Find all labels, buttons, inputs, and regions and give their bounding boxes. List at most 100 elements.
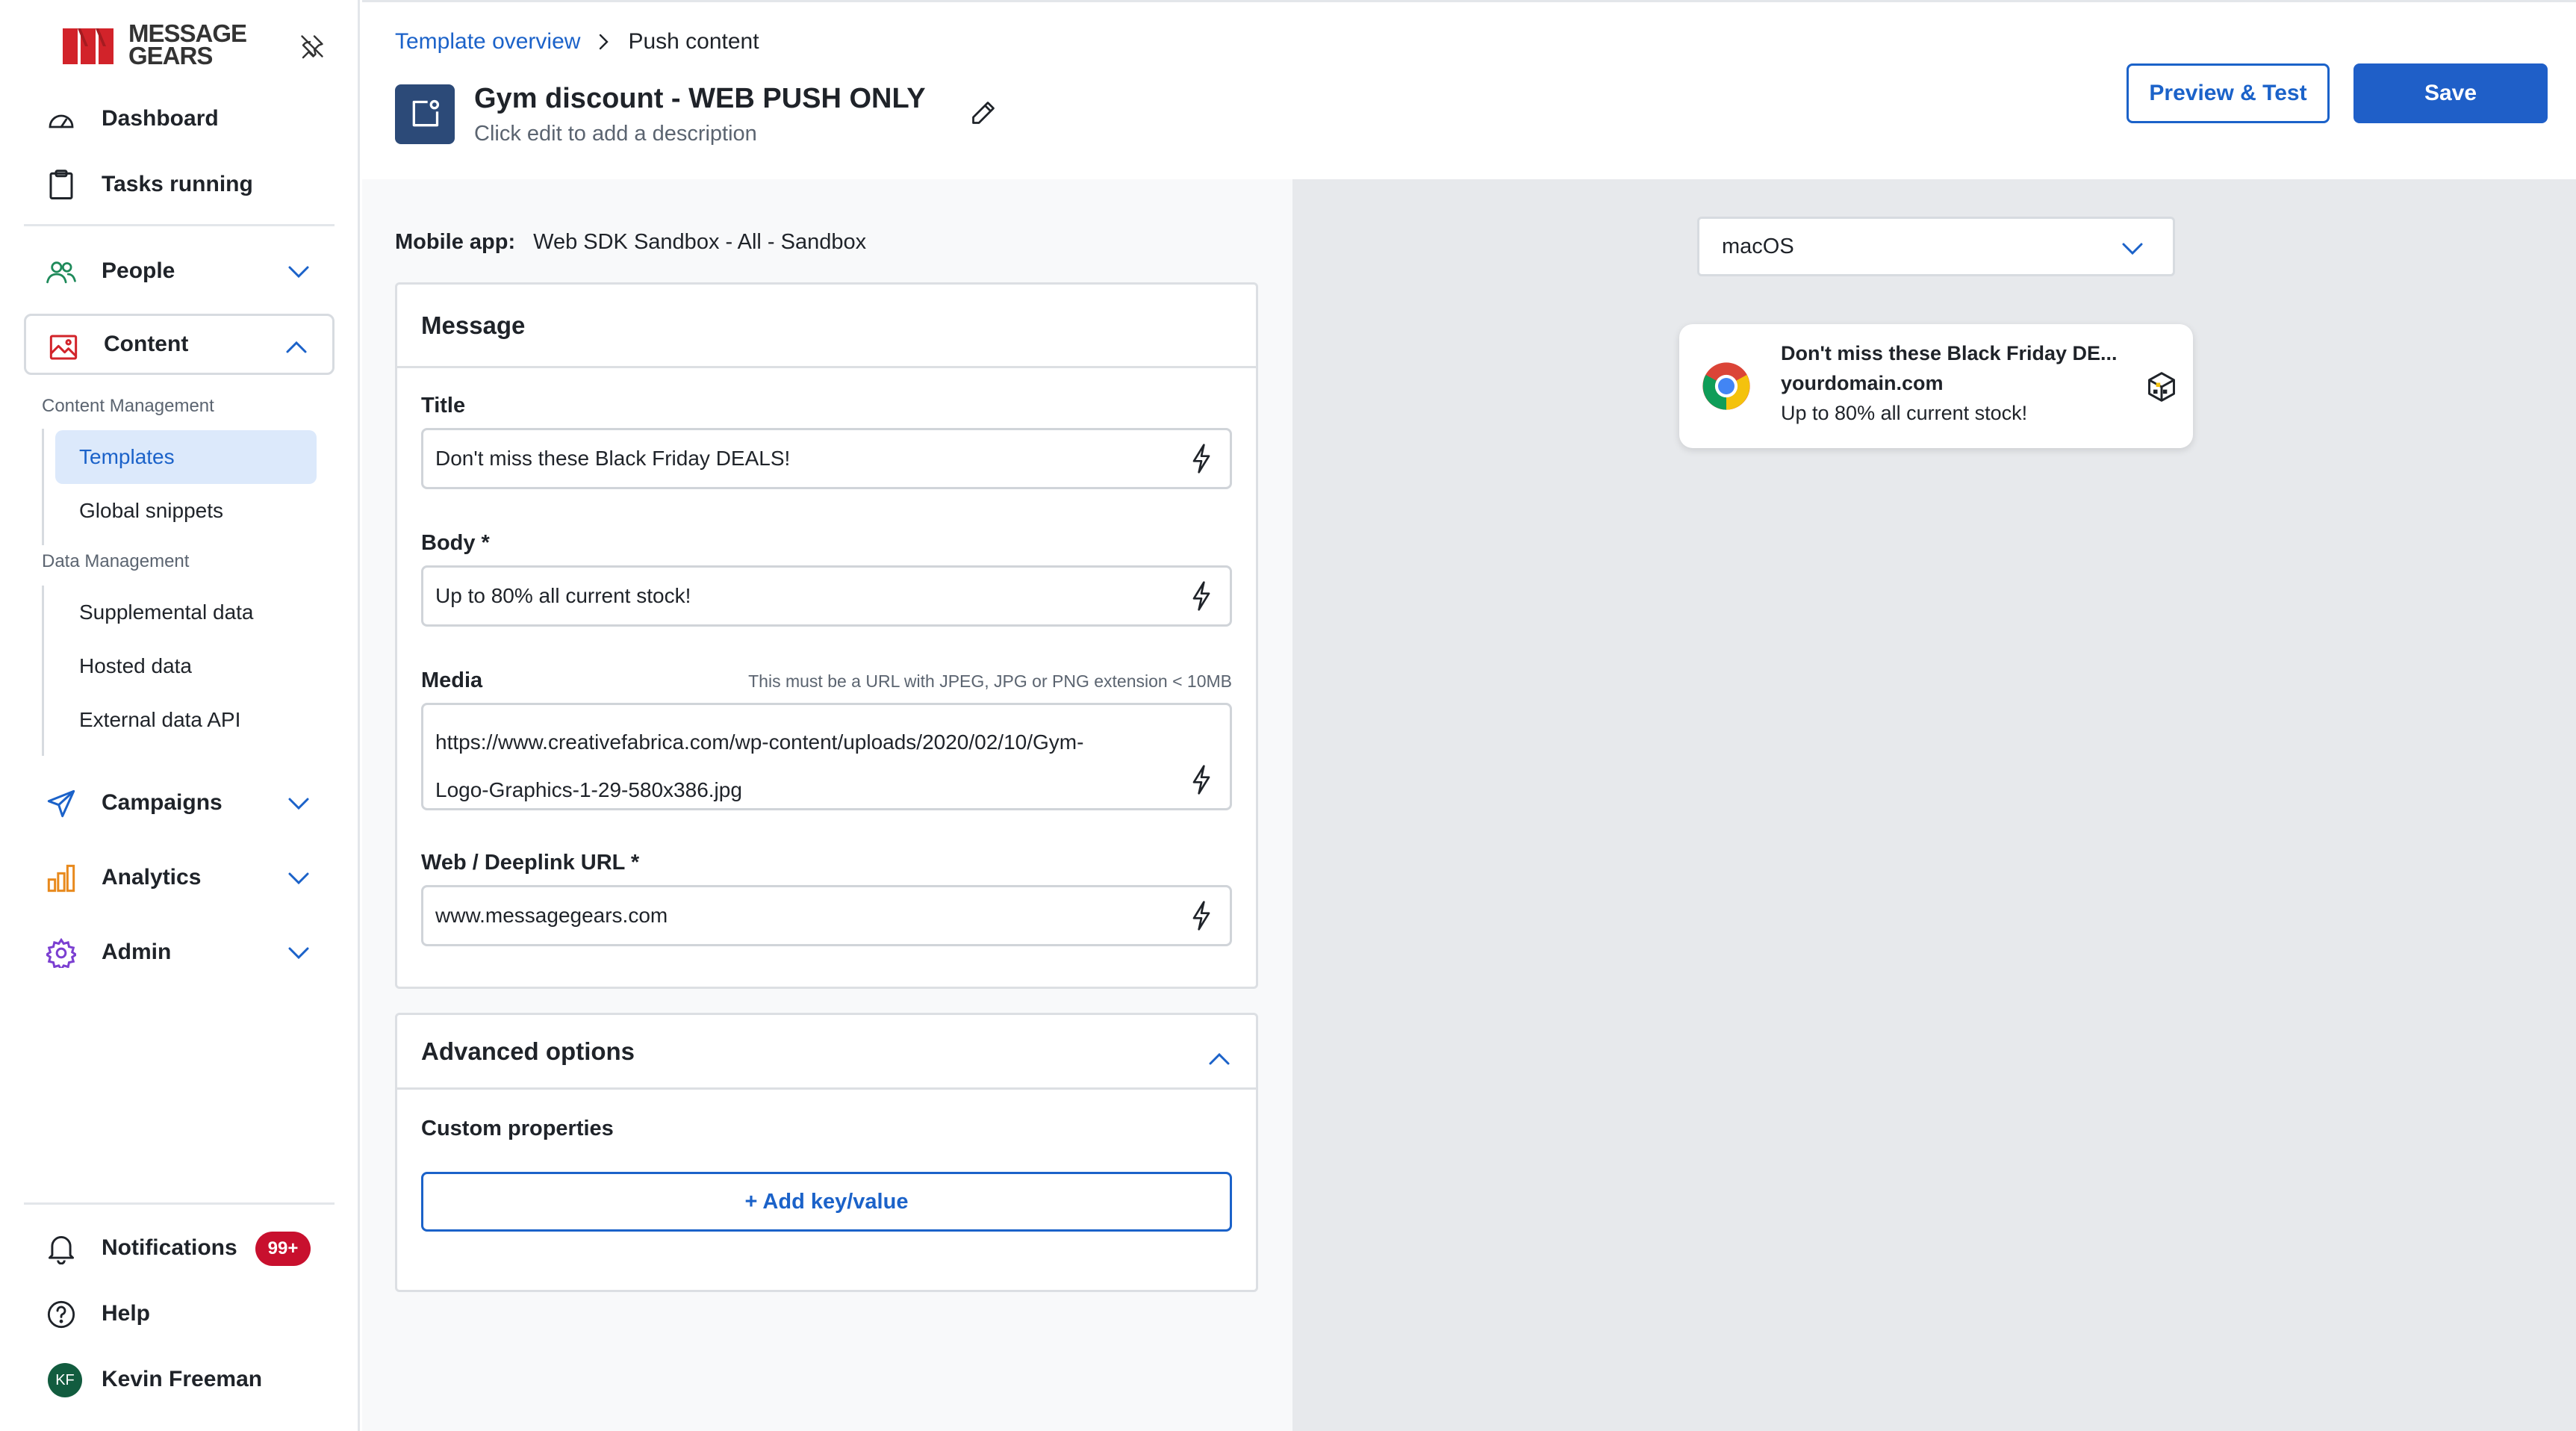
media-value-line-1: https://www.creativefabrica.com/wp-conte… — [435, 730, 1084, 754]
media-box-icon — [2144, 369, 2180, 405]
lightning-icon[interactable] — [1186, 901, 1216, 931]
add-key-value-button[interactable]: + Add key/value — [421, 1172, 1232, 1232]
sidebar-label-campaigns: Campaigns — [102, 790, 223, 815]
body-label: Body * — [421, 531, 490, 555]
media-value-line-2: Logo-Graphics-1-29-580x386.jpg — [435, 778, 742, 801]
custom-properties-label: Custom properties — [421, 1117, 614, 1140]
paper-plane-icon — [46, 789, 76, 819]
sidebar-item-dashboard[interactable]: Dashboard — [24, 88, 335, 149]
deeplink-url-field[interactable]: www.messagegears.com — [421, 885, 1232, 946]
group-label-data-management: Data Management — [42, 551, 190, 571]
sidebar-label-dashboard: Dashboard — [102, 106, 219, 131]
advanced-options-card: Advanced options Custom properties + Add… — [395, 1013, 1258, 1292]
tree-line — [42, 429, 44, 545]
sidebar-subitem-external-data-api[interactable]: External data API — [55, 693, 317, 747]
edit-title-button[interactable] — [967, 96, 1000, 129]
sidebar-label-analytics: Analytics — [102, 865, 202, 890]
body-value: Up to 80% all current stock! — [435, 584, 691, 607]
bell-icon — [46, 1234, 76, 1264]
sidebar-label-people: People — [102, 258, 175, 283]
mobile-app-row: Mobile app: Web SDK Sandbox - All - Sandb… — [395, 230, 866, 255]
brand-wordmark: MESSAGE GEARS — [128, 21, 247, 69]
sidebar-subitem-hosted-data[interactable]: Hosted data — [55, 639, 317, 693]
lightning-icon[interactable] — [1186, 581, 1216, 611]
breadcrumb: Template overview Push content — [395, 29, 759, 55]
chrome-icon — [1702, 362, 1750, 410]
body-field[interactable]: Up to 80% all current stock! — [421, 565, 1232, 627]
gauge-icon — [46, 105, 76, 134]
brand-line-2: GEARS — [128, 42, 213, 69]
breadcrumb-current: Push content — [628, 29, 759, 54]
lightning-icon[interactable] — [1186, 765, 1216, 795]
breadcrumb-link-template-overview[interactable]: Template overview — [395, 29, 580, 55]
sidebar-sublabel-supplemental-data: Supplemental data — [79, 600, 254, 624]
media-url-field[interactable]: https://www.creativefabrica.com/wp-conte… — [421, 703, 1232, 810]
chevron-up-icon — [1208, 1043, 1231, 1072]
chevron-down-icon — [287, 260, 311, 284]
content-form: Mobile app: Web SDK Sandbox - All - Sandb… — [362, 179, 1292, 1431]
sidebar-label-content: Content — [104, 332, 189, 356]
sidebar-sublabel-templates: Templates — [79, 445, 175, 468]
page-header: Template overview Push content Gym disco… — [362, 0, 2576, 179]
sidebar-item-admin[interactable]: Admin — [24, 922, 335, 983]
user-name: Kevin Freeman — [102, 1367, 263, 1391]
title-label: Title — [421, 394, 466, 417]
media-hint: This must be a URL with JPEG, JPG or PNG… — [748, 671, 1232, 691]
advanced-options-toggle[interactable]: Advanced options — [397, 1015, 1256, 1090]
media-value: https://www.creativefabrica.com/wp-conte… — [435, 718, 1170, 814]
group-label-content-management: Content Management — [42, 396, 214, 416]
media-label: Media — [421, 668, 483, 692]
unpin-icon — [301, 35, 323, 59]
chevron-down-icon — [287, 941, 311, 965]
advanced-options-heading: Advanced options — [421, 1037, 635, 1065]
avatar[interactable]: KF — [48, 1363, 82, 1397]
sidebar-item-analytics[interactable]: Analytics — [24, 847, 335, 908]
sidebar-item-content[interactable]: Content — [24, 314, 335, 375]
page-description: Click edit to add a description — [474, 122, 757, 146]
preview-panel: macOS Don't miss these Black Friday DE..… — [1292, 179, 2576, 1431]
sidebar-item-campaigns[interactable]: Campaigns — [24, 772, 335, 834]
title-field[interactable]: Don't miss these Black Friday DEALS! — [421, 428, 1232, 489]
lightning-icon[interactable] — [1186, 444, 1216, 474]
gear-icon — [46, 938, 76, 968]
unpin-sidebar-button[interactable] — [294, 28, 330, 64]
save-button[interactable]: Save — [2353, 63, 2548, 123]
preview-test-button[interactable]: Preview & Test — [2127, 63, 2330, 123]
title-value: Don't miss these Black Friday DEALS! — [435, 447, 791, 470]
sidebar: MESSAGE GEARS Dashboard Tasks running Pe… — [0, 0, 360, 1431]
sidebar-divider — [24, 1202, 335, 1205]
sidebar-label-help: Help — [102, 1301, 151, 1326]
push-template-icon — [395, 84, 455, 144]
sidebar-item-people[interactable]: People — [24, 240, 335, 302]
mobile-app-label: Mobile app: — [395, 230, 516, 254]
sidebar-subitem-templates[interactable]: Templates — [55, 430, 317, 484]
sidebar-label-tasks: Tasks running — [102, 172, 253, 196]
sidebar-item-help[interactable]: Help — [24, 1283, 335, 1344]
sidebar-subitem-global-snippets[interactable]: Global snippets — [55, 484, 317, 538]
notification-body: Up to 80% all current stock! — [1781, 402, 2028, 424]
sidebar-divider — [24, 224, 335, 226]
chevron-down-icon — [287, 792, 311, 816]
brand-logo[interactable]: MESSAGE GEARS — [63, 21, 247, 69]
sidebar-subitem-supplemental-data[interactable]: Supplemental data — [55, 586, 317, 639]
os-select[interactable]: macOS — [1697, 217, 2175, 276]
brand-mark-icon — [63, 24, 125, 66]
chevron-up-icon — [284, 335, 308, 359]
sidebar-label-notifications: Notifications — [102, 1235, 237, 1260]
tree-line — [42, 586, 44, 756]
notification-title: Don't miss these Black Friday DE... — [1781, 342, 2118, 364]
os-selected-value: macOS — [1722, 234, 1794, 258]
chevron-down-icon — [2119, 235, 2146, 262]
chevron-right-icon — [598, 33, 610, 51]
people-icon — [46, 257, 76, 287]
mobile-app-value: Web SDK Sandbox - All - Sandbox — [533, 230, 867, 254]
deeplink-url-value: www.messagegears.com — [435, 904, 668, 927]
chevron-down-icon — [287, 866, 311, 890]
notification-preview: Don't miss these Black Friday DE... your… — [1679, 324, 2193, 448]
image-icon — [49, 332, 78, 362]
bar-chart-icon — [46, 863, 76, 893]
sidebar-item-tasks-running[interactable]: Tasks running — [24, 154, 335, 215]
pencil-icon — [972, 102, 995, 124]
sidebar-sublabel-external-data-api: External data API — [79, 708, 241, 731]
sidebar-sublabel-global-snippets: Global snippets — [79, 499, 224, 522]
